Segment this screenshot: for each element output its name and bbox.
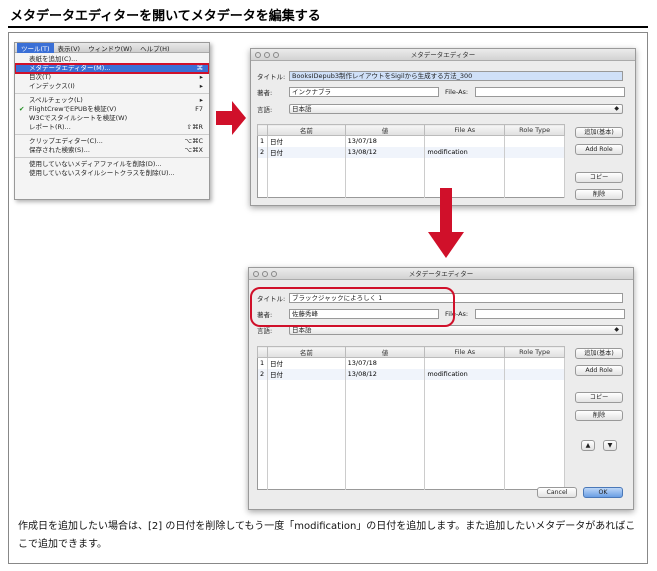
dialog-title: メタデータエディター xyxy=(408,270,474,278)
zoom-icon[interactable] xyxy=(271,271,277,277)
add-basic-button[interactable]: 追加(基本) xyxy=(575,127,623,138)
add-basic-button[interactable]: 追加(基本) xyxy=(575,348,623,359)
menu-separator xyxy=(15,157,209,158)
metadata-table: 名前 値 File As Role Type 1 日付 13/07/18 2 日… xyxy=(257,124,565,198)
menu-item-metadata-editor[interactable]: メタデータエディター(M)... ⌘ xyxy=(15,63,209,74)
column-header-name[interactable]: 名前 xyxy=(266,124,346,136)
tools-menu: ツール(T) 表示(V) ウィンドウ(W) ヘルプ(H) 表紙を追加(C)...… xyxy=(14,42,210,200)
column-header-role[interactable]: Role Type xyxy=(504,346,565,358)
menu-item-toc[interactable]: 目次(T) ▸ xyxy=(15,73,209,82)
add-role-button[interactable]: Add Role xyxy=(575,144,623,155)
metadata-table: 名前 値 File As Role Type 1 日付 13/07/18 2 日… xyxy=(257,346,565,490)
menu-help[interactable]: ヘルプ(H) xyxy=(136,43,173,53)
copy-button[interactable]: コピー xyxy=(575,172,623,183)
menu-item-reports[interactable]: レポート(R)... ⇧⌘R xyxy=(15,123,209,132)
add-role-button[interactable]: Add Role xyxy=(575,365,623,376)
dialog-titlebar: メタデータエディター xyxy=(249,268,633,280)
title-field[interactable]: BooksIDepub3制作レイアウトをSigilから生成する方法_300 xyxy=(289,71,623,81)
menu-item-w3c-validate[interactable]: W3Cでスタイルシートを検証(W) xyxy=(15,114,209,123)
dialog-titlebar: メタデータエディター xyxy=(251,49,635,61)
table-row[interactable]: 2 日付 13/08/12 modification xyxy=(257,146,565,158)
fileas-field[interactable] xyxy=(475,87,625,97)
move-up-button[interactable]: ▲ xyxy=(581,440,595,451)
highlight-box xyxy=(250,287,455,327)
menu-item-flightcrew[interactable]: ✔ FlightCrewでEPUBを検証(V) F7 xyxy=(15,105,209,114)
column-header-value[interactable]: 値 xyxy=(344,124,426,136)
menu-separator xyxy=(15,134,209,135)
cancel-button[interactable]: Cancel xyxy=(537,487,577,498)
minimize-icon[interactable] xyxy=(264,52,270,58)
column-header-value[interactable]: 値 xyxy=(344,346,426,358)
zoom-icon[interactable] xyxy=(273,52,279,58)
column-header-fileas[interactable]: File As xyxy=(424,124,506,136)
language-select[interactable]: 日本語 ◆ xyxy=(289,104,623,114)
fileas-label: File-As: xyxy=(445,88,469,96)
menu-item-spellcheck[interactable]: スペルチェック(L) ▸ xyxy=(15,96,209,105)
menu-view[interactable]: 表示(V) xyxy=(54,43,85,53)
title-label: タイトル: xyxy=(257,73,286,81)
copy-button[interactable]: コピー xyxy=(575,392,623,403)
column-header-role[interactable]: Role Type xyxy=(504,124,565,136)
menu-item-saved-searches[interactable]: 保存された検索(S)... ⌥⌘X xyxy=(15,146,209,155)
table-row[interactable]: 1 日付 13/07/18 xyxy=(257,135,565,147)
close-icon[interactable] xyxy=(255,52,261,58)
menu-item-delete-unused-media[interactable]: 使用していないメディアファイルを削除(D)... xyxy=(15,160,209,169)
author-label: 著者: xyxy=(257,89,273,97)
caption: 作成日を追加したい場合は、[2] の日付を削除してもう一度「modificati… xyxy=(18,521,636,550)
menu-window[interactable]: ウィンドウ(W) xyxy=(84,43,136,53)
page-title: メタデータエディターを開いてメタデータを編集する xyxy=(8,8,648,28)
language-label: 言語: xyxy=(257,106,273,114)
table-row[interactable]: 1 日付 13/07/18 xyxy=(257,357,565,369)
check-icon: ✔ xyxy=(19,105,25,113)
menu-item-delete-unused-classes[interactable]: 使用していないスタイルシートクラスを削除(U)... xyxy=(15,169,209,178)
author-field[interactable]: インクナブラ xyxy=(289,87,439,97)
metadata-editor-dialog-before: メタデータエディター タイトル: BooksIDepub3制作レイアウトをSig… xyxy=(250,48,636,206)
menu-item-add-cover[interactable]: 表紙を追加(C)... xyxy=(15,55,209,64)
menu-separator xyxy=(15,93,209,94)
menu-tools[interactable]: ツール(T) xyxy=(17,43,54,53)
move-down-button[interactable]: ▼ xyxy=(603,440,617,451)
close-icon[interactable] xyxy=(253,271,259,277)
table-row[interactable]: 2 日付 13/08/12 modification xyxy=(257,368,565,380)
menu-item-clip-editor[interactable]: クリップエディター(C)... ⌥⌘C xyxy=(15,137,209,146)
column-header-fileas[interactable]: File As xyxy=(424,346,506,358)
menu-item-index[interactable]: インデックス(I) ▸ xyxy=(15,82,209,91)
ok-button[interactable]: OK xyxy=(583,487,623,498)
delete-button[interactable]: 削除 xyxy=(575,189,623,200)
arrow-right-icon xyxy=(216,101,246,135)
menubar: ツール(T) 表示(V) ウィンドウ(W) ヘルプ(H) xyxy=(15,43,209,53)
fileas-field[interactable] xyxy=(475,309,625,319)
minimize-icon[interactable] xyxy=(262,271,268,277)
dialog-title: メタデータエディター xyxy=(410,51,476,59)
arrow-down-icon xyxy=(428,188,464,258)
column-header-name[interactable]: 名前 xyxy=(266,346,346,358)
delete-button[interactable]: 削除 xyxy=(575,410,623,421)
